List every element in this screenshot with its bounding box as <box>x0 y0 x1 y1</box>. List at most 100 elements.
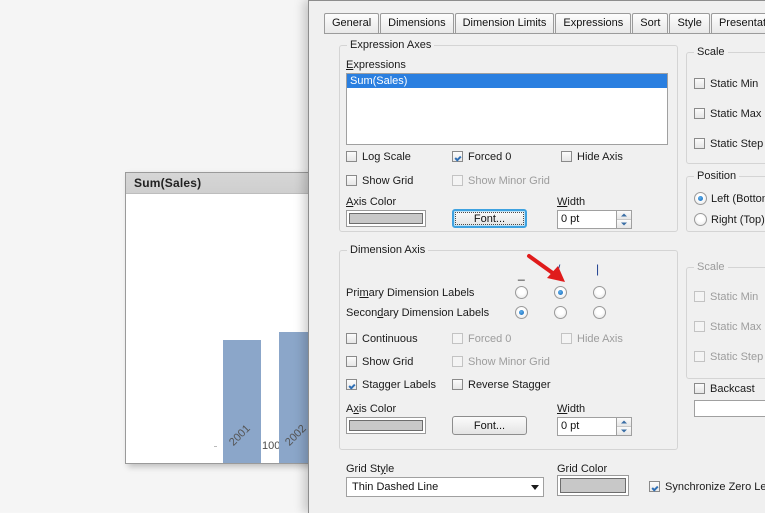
checkbox-label: Static Min <box>710 291 759 303</box>
checkbox-show-grid[interactable]: Show Grid <box>346 175 413 187</box>
expressions-listbox[interactable]: Sum(Sales) <box>346 73 668 145</box>
checkbox-dimension-show-grid[interactable]: Show Grid <box>346 356 413 368</box>
checkbox-box <box>346 151 357 162</box>
axis-color-swatch[interactable] <box>346 210 426 227</box>
checkbox-synchronize-zero-level[interactable]: Synchronize Zero Lev <box>649 481 765 493</box>
checkbox-hide-axis[interactable]: Hide Axis <box>561 151 623 163</box>
checkbox-backcast[interactable]: Backcast <box>694 383 755 395</box>
orientation-header-horizontal-icon: _ <box>518 267 525 281</box>
dimension-font-button[interactable]: Font... <box>452 416 527 435</box>
checkbox-box <box>649 481 660 492</box>
checkbox-label: Show Minor Grid <box>468 356 550 368</box>
checkbox-label: Static Min <box>710 78 759 90</box>
radio-secondary-horizontal[interactable] <box>515 306 528 319</box>
checkbox-log-scale[interactable]: Log Scale <box>346 151 411 163</box>
orientation-header-diagonal-icon: / <box>557 262 561 276</box>
bar-2001[interactable] <box>223 340 261 463</box>
radio-primary-vertical[interactable] <box>593 286 606 299</box>
checkbox-box <box>694 78 705 89</box>
checkbox-reverse-stagger[interactable]: Reverse Stagger <box>452 379 551 391</box>
checkbox-label: Static Max <box>710 108 762 120</box>
checkbox-forced-zero[interactable]: Forced 0 <box>452 151 511 163</box>
grid-color-swatch[interactable] <box>557 475 629 496</box>
tab-general[interactable]: General <box>324 13 380 33</box>
dimension-axis-group-label: Dimension Axis <box>347 244 429 256</box>
primary-dimension-labels-label: Primary Dimension Labels <box>346 287 475 299</box>
radio-position-right-top-label: Right (Top) <box>711 214 765 226</box>
checkbox-static-min[interactable]: Static Min <box>694 78 758 90</box>
dimension-width-input[interactable]: 0 pt <box>557 417 617 436</box>
checkbox-box <box>346 175 357 186</box>
checkbox-static-max[interactable]: Static Max <box>694 108 761 120</box>
spinner-down-icon[interactable] <box>617 426 631 435</box>
position-group-label: Position <box>694 170 740 182</box>
checkbox-label: Static Step <box>710 138 764 150</box>
chart-window-title: Sum(Sales) <box>126 173 311 194</box>
spinner-up-icon[interactable] <box>617 211 631 220</box>
radio-position-right-top[interactable] <box>694 213 707 226</box>
grid-color-fill <box>560 478 626 493</box>
chevron-down-icon[interactable] <box>526 478 543 496</box>
tab-sort[interactable]: Sort <box>632 13 669 33</box>
radio-primary-horizontal[interactable] <box>515 286 528 299</box>
expression-axes-group-label: Expression Axes <box>347 39 435 51</box>
checkbox-dimension-static-step: Static Step <box>694 351 763 363</box>
radio-secondary-vertical[interactable] <box>593 306 606 319</box>
expression-scale-group-label: Scale <box>694 46 728 58</box>
checkbox-box <box>346 333 357 344</box>
chart-properties-dialog[interactable]: General Dimensions Dimension Limits Express… <box>308 0 765 513</box>
axis-color-label: Axis Color <box>346 196 397 208</box>
checkbox-box <box>694 138 705 149</box>
checkbox-label: Hide Axis <box>577 151 623 163</box>
axis-color-fill <box>349 213 423 224</box>
dimension-axis-color-fill <box>349 420 423 431</box>
expression-font-button[interactable]: Font... <box>452 209 527 228</box>
chart-window[interactable]: Sum(Sales) 10000000 8000000 6000000 4000… <box>125 172 312 464</box>
radio-primary-diagonal[interactable] <box>554 286 567 299</box>
grid-style-combo[interactable]: Thin Dashed Line <box>346 477 544 497</box>
checkbox-box <box>452 151 463 162</box>
checkbox-label: Show Minor Grid <box>468 175 550 187</box>
checkbox-static-step[interactable]: Static Step <box>694 138 763 150</box>
checkbox-dimension-hide-axis: Hide Axis <box>561 333 623 345</box>
checkbox-continuous[interactable]: Continuous <box>346 333 418 345</box>
checkbox-box <box>452 175 463 186</box>
checkbox-box <box>694 383 705 394</box>
backcast-input[interactable] <box>694 400 765 417</box>
checkbox-box <box>694 108 705 119</box>
tab-strip[interactable]: General Dimensions Dimension Limits Express… <box>324 13 765 34</box>
tab-presentation[interactable]: Presentation <box>710 13 765 33</box>
tab-style[interactable]: Style <box>669 13 710 33</box>
expression-font-button-label: Font... <box>455 212 524 225</box>
dimension-width-label: Width <box>557 403 586 415</box>
checkbox-stagger-labels[interactable]: Stagger Labels <box>346 379 436 391</box>
checkbox-box <box>694 291 705 302</box>
radio-position-left-bottom-label: Left (Bottom) <box>711 193 765 205</box>
expressions-label: Expressions <box>346 59 406 71</box>
chart-plot-area[interactable]: 10000000 8000000 6000000 4000000 2000000… <box>126 194 311 463</box>
radio-secondary-diagonal[interactable] <box>554 306 567 319</box>
spinner-up-icon[interactable] <box>617 418 631 427</box>
checkbox-label: Static Step <box>710 351 764 363</box>
checkbox-show-minor-grid: Show Minor Grid <box>452 175 550 187</box>
orientation-header-vertical-icon: | <box>596 262 600 276</box>
checkbox-box <box>452 356 463 367</box>
radio-position-left-bottom[interactable] <box>694 192 707 205</box>
checkbox-box <box>694 321 705 332</box>
expression-width-spinner[interactable] <box>617 210 632 229</box>
dimension-width-spinner[interactable] <box>617 417 632 436</box>
tab-strip-underline <box>324 33 765 34</box>
dimension-axis-color-swatch[interactable] <box>346 417 426 434</box>
expressions-list-item[interactable]: Sum(Sales) <box>347 74 667 88</box>
spinner-down-icon[interactable] <box>617 219 631 228</box>
tab-dimensions[interactable]: Dimensions <box>380 13 454 33</box>
tab-expressions[interactable]: Expressions <box>555 13 632 33</box>
checkbox-label: Synchronize Zero Lev <box>665 481 765 493</box>
checkbox-box <box>561 151 572 162</box>
checkbox-label: Forced 0 <box>468 333 512 345</box>
tab-dimension-limits[interactable]: Dimension Limits <box>454 13 555 33</box>
checkbox-box <box>694 351 705 362</box>
expression-width-input[interactable]: 0 pt <box>557 210 617 229</box>
checkbox-label: Backcast <box>710 383 755 395</box>
checkbox-dimension-forced-zero: Forced 0 <box>452 333 511 345</box>
